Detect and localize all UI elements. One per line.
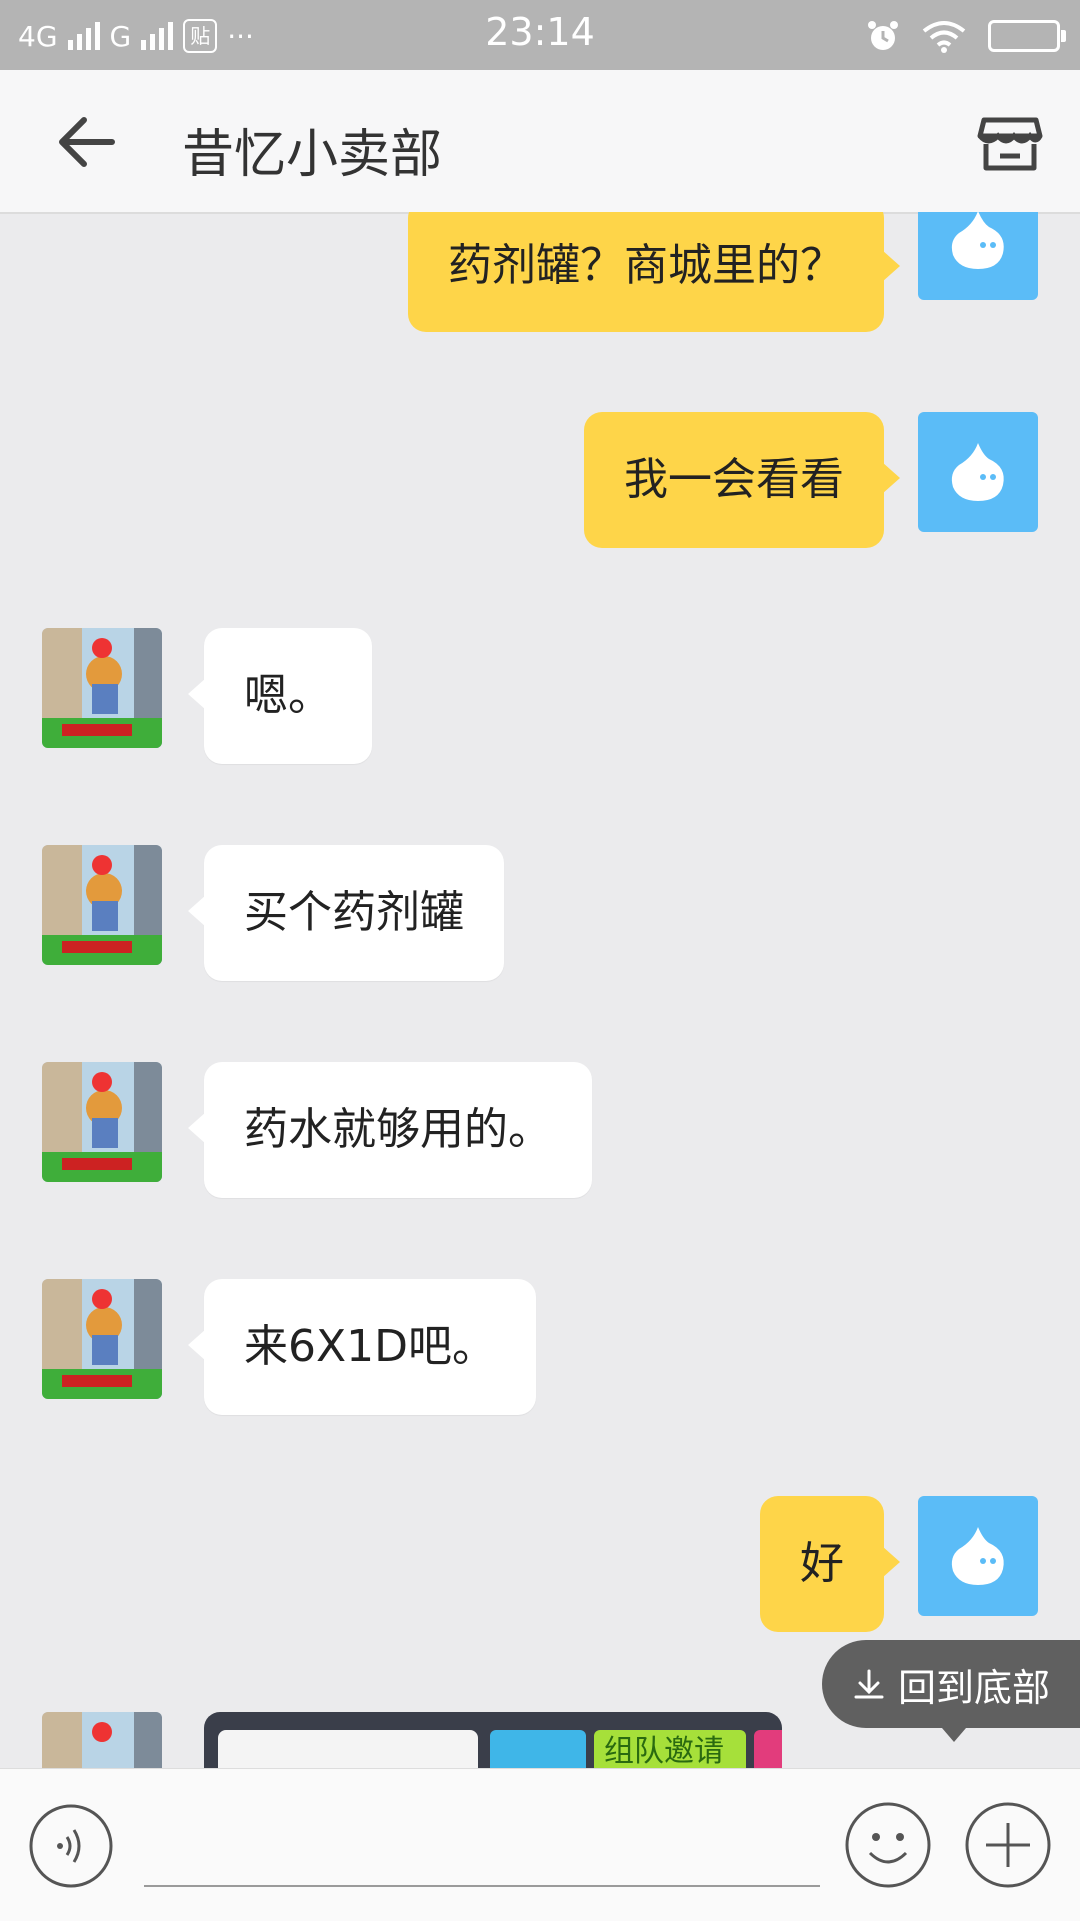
alarm-icon <box>868 21 898 50</box>
download-arrow-icon <box>854 1669 884 1699</box>
contact-message-bubble[interactable]: 来6X1D吧。 <box>187 1279 537 1415</box>
voice-icon[interactable] <box>28 1803 114 1889</box>
contact-message-bubble[interactable]: 药水就够用的。 <box>188 1062 592 1198</box>
image-message[interactable]: 组队邀请 <box>204 1712 782 1768</box>
my-message-bubble[interactable]: 药剂罐？商城里的？ <box>408 212 900 332</box>
battery-icon <box>988 20 1066 52</box>
game-character-avatar-image <box>42 845 162 965</box>
status-bar: 4G G 贴 ··· 23:14 <box>0 0 1080 70</box>
game-character-avatar-image <box>42 1712 162 1768</box>
qq-ghost-icon <box>951 212 1004 269</box>
my-avatar[interactable] <box>918 212 1038 300</box>
screenshot-button-blue <box>490 1730 586 1768</box>
screenshot-panel <box>218 1730 478 1768</box>
qq-ghost-icon <box>951 443 1004 501</box>
chat-title: 昔忆小卖部 <box>182 125 443 185</box>
contact-avatar[interactable] <box>42 628 162 748</box>
contact-message-bubble[interactable]: 买个药剂罐 <box>188 845 504 981</box>
qq-ghost-icon <box>951 1527 1004 1585</box>
back-to-bottom-button[interactable]: 回到底部 <box>822 1640 1080 1742</box>
input-bar <box>0 1768 1080 1921</box>
emoji-icon[interactable] <box>844 1801 932 1889</box>
contact-avatar[interactable] <box>42 845 162 965</box>
contact-avatar[interactable] <box>42 1712 162 1768</box>
game-character-avatar-image <box>42 1062 162 1182</box>
screenshot-party-invite: 组队邀请 <box>594 1730 746 1768</box>
store-icon[interactable] <box>974 106 1046 178</box>
contact-message-bubble[interactable]: 嗯。 <box>188 628 372 764</box>
back-to-bottom-label: 回到底部 <box>897 1665 1050 1710</box>
my-avatar[interactable] <box>918 412 1038 532</box>
wifi-icon <box>922 21 966 53</box>
status-bar-right <box>866 14 1066 58</box>
title-bar: 昔忆小卖部 <box>0 70 1080 214</box>
chat-area[interactable]: 药剂罐？商城里的？ 我一会看看 嗯。 买个药剂罐 药水就够用的。 来6X1D吧。… <box>0 212 1080 1768</box>
game-character-avatar-image <box>42 628 162 748</box>
add-plus-icon[interactable] <box>964 1801 1052 1889</box>
game-character-avatar-image <box>42 1279 162 1399</box>
my-message-bubble[interactable]: 我一会看看 <box>584 412 900 548</box>
screenshot-button-pink <box>754 1730 782 1768</box>
message-input[interactable] <box>144 1799 820 1887</box>
contact-avatar[interactable] <box>42 1279 162 1399</box>
my-message-bubble[interactable]: 好 <box>760 1496 900 1632</box>
my-avatar[interactable] <box>918 1496 1038 1616</box>
contact-avatar[interactable] <box>42 1062 162 1182</box>
back-arrow-icon[interactable] <box>50 110 122 174</box>
